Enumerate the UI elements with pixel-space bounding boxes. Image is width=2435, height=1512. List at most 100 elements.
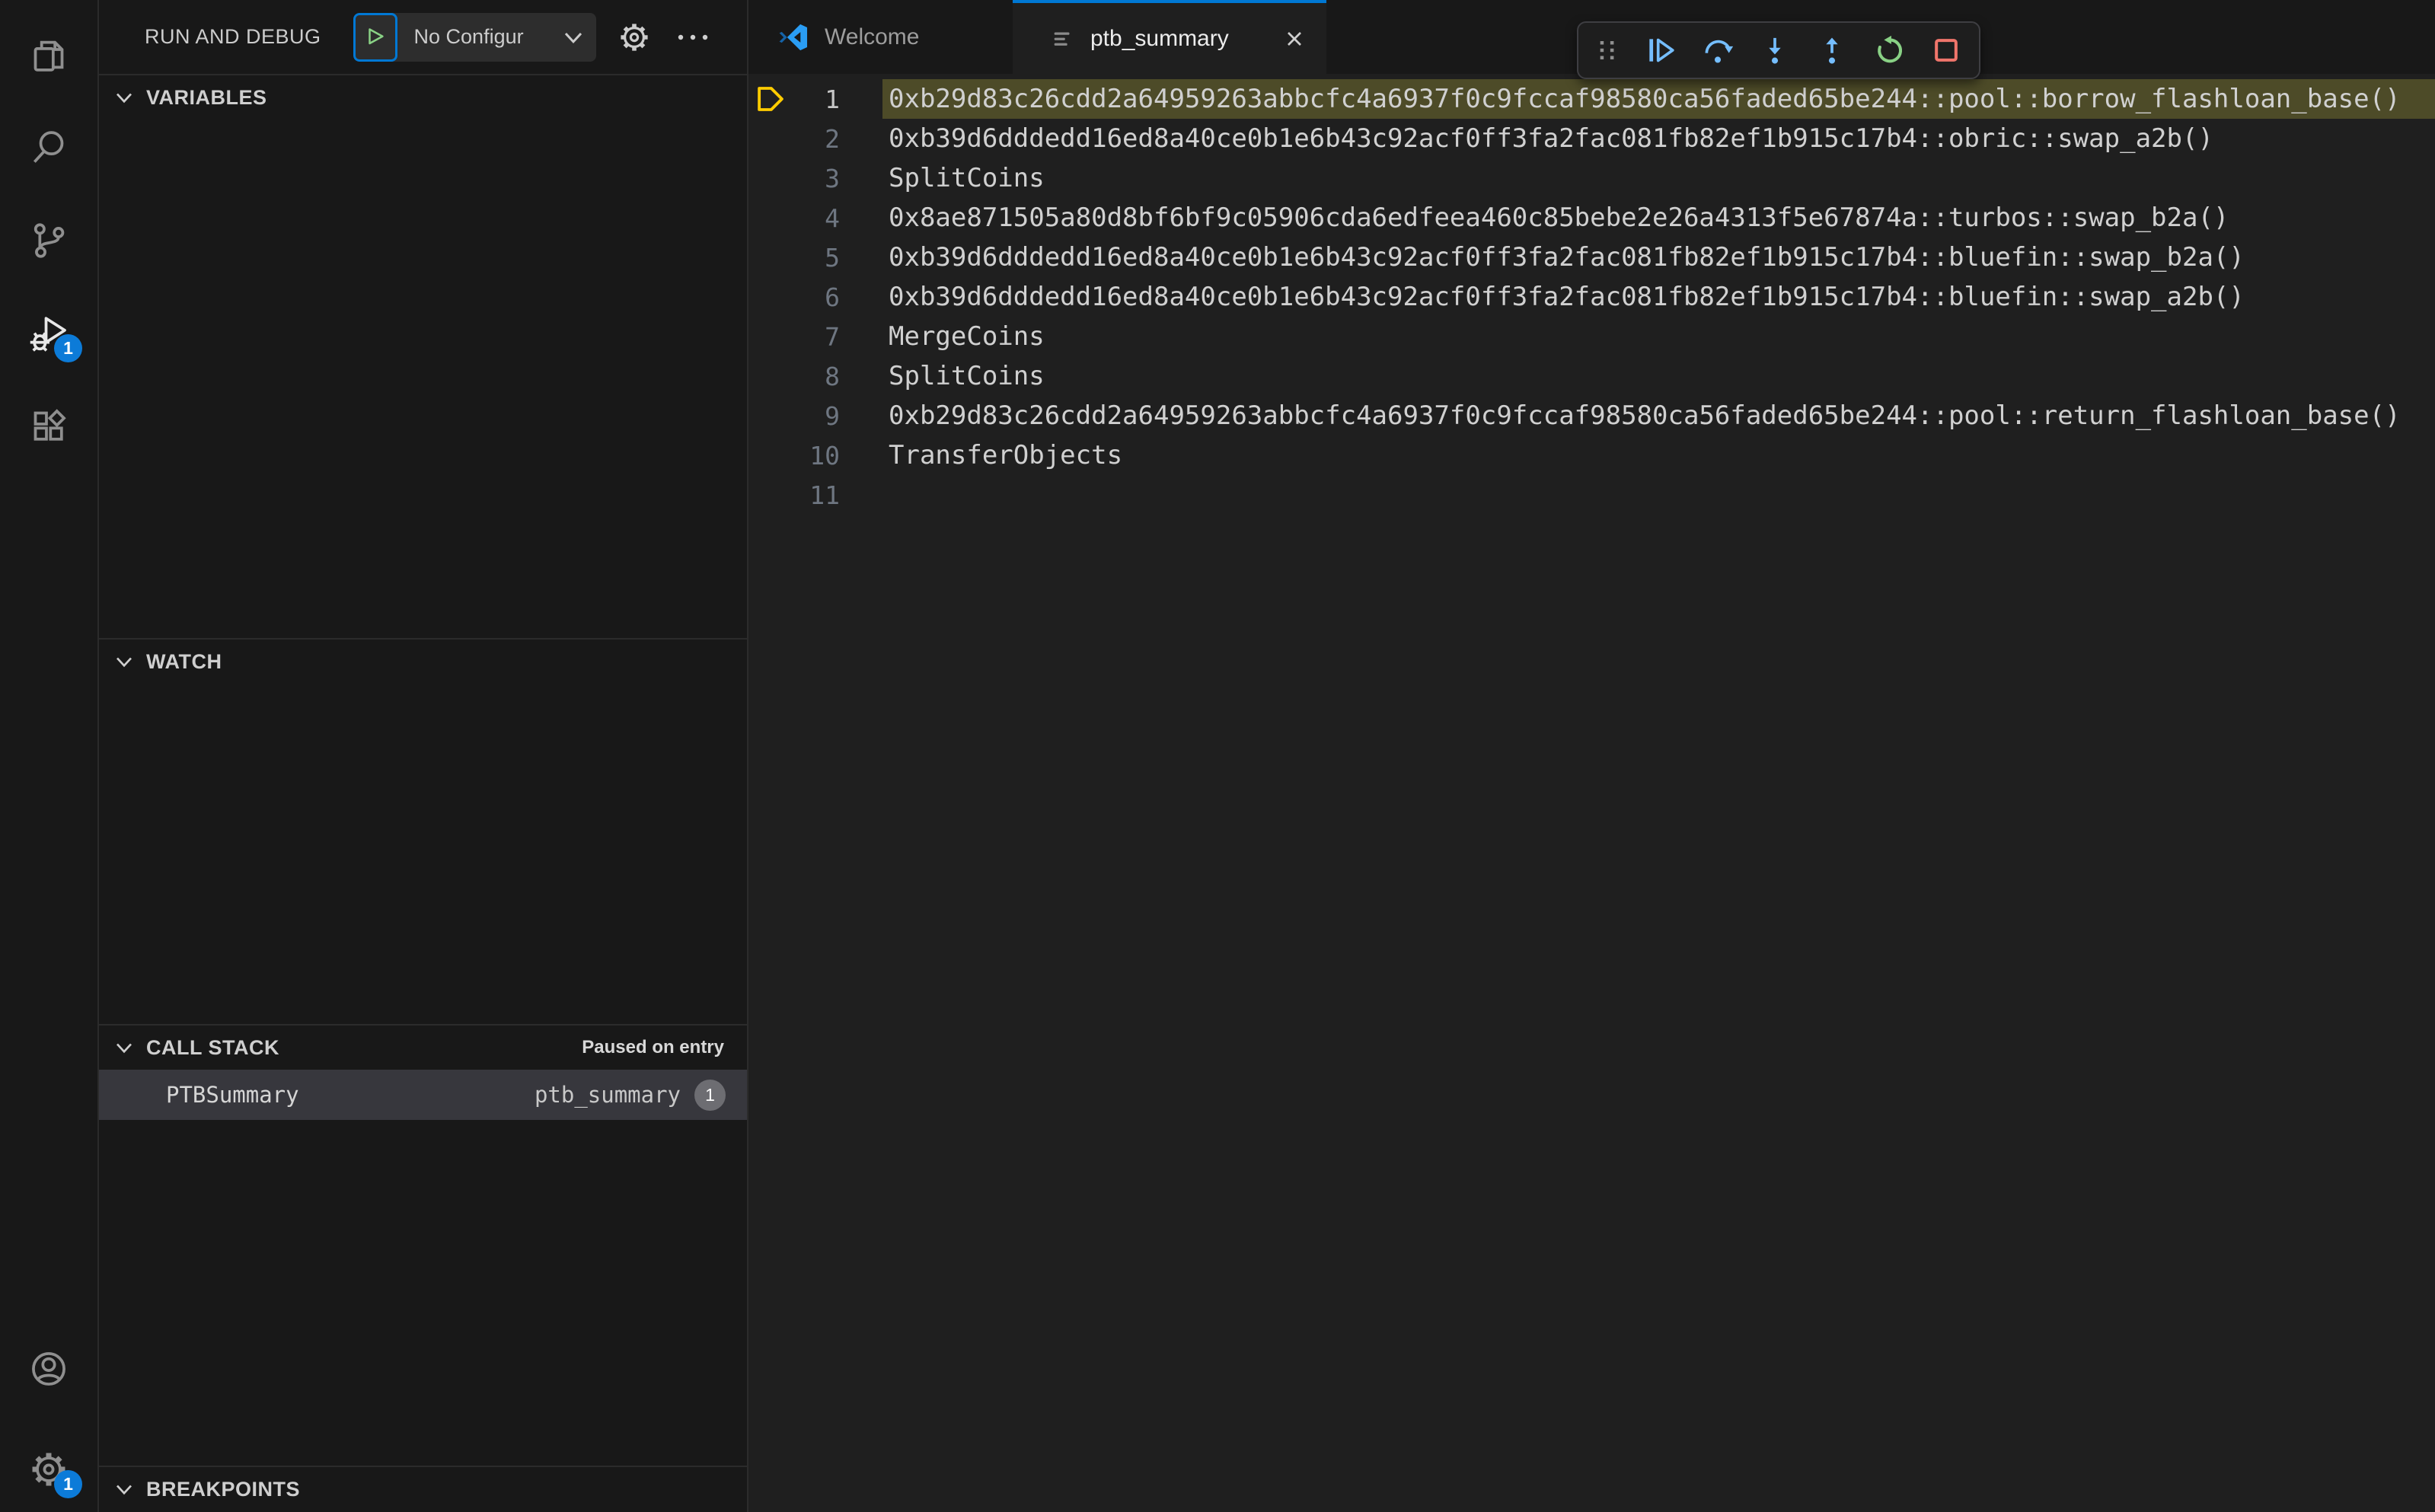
gutter[interactable] [748,400,797,432]
extensions-icon [34,409,66,441]
line-text: 0xb39d6dddedd16ed8a40ce0b1e6b43c92acf0ff… [889,282,2245,312]
source-control-icon [34,223,65,258]
line-number: 5 [825,242,840,273]
continue-button[interactable] [1643,33,1678,68]
sidebar-header: RUN AND DEBUG No Configur [99,0,747,74]
line-number: 3 [825,163,840,193]
code-line[interactable]: 7 MergeCoins [748,317,2435,356]
continue-icon [1649,38,1674,62]
gutter[interactable] [748,281,797,313]
code-line[interactable]: 3 SplitCoins [748,158,2435,198]
line-number: 10 [809,440,840,471]
code-line[interactable]: 11 [748,475,2435,515]
debug-badge: 1 [54,334,82,362]
variables-title: VARIABLES [146,85,267,109]
line-number: 8 [825,361,840,391]
frame-name: PTBSummary [166,1082,299,1108]
chevron-down-icon [564,32,582,43]
debug-toolbar [1577,21,1980,79]
tab-welcome-label: Welcome [825,24,920,49]
chevron-down-icon [116,93,132,104]
code-line[interactable]: 5 0xb39d6dddedd16ed8a40ce0b1e6b43c92acf0… [748,238,2435,277]
frame-source: ptb_summary [534,1082,681,1108]
account-icon [32,1352,65,1386]
toolbar-drag-handle[interactable] [1594,33,1621,68]
watch-title: WATCH [146,649,222,673]
step-over-button[interactable] [1700,33,1735,68]
code-line[interactable]: 4 0x8ae871505a80d8bf6bf9c05906cda6edfeea… [748,198,2435,238]
sidebar-item-extensions[interactable] [26,404,72,449]
gutter[interactable] [748,321,797,352]
line-text: SplitCoins [889,163,1045,193]
code-line[interactable]: 2 0xb39d6dddedd16ed8a40ce0b1e6b43c92acf0… [748,119,2435,158]
step-over-icon [1705,40,1734,63]
more-actions-icon[interactable] [675,30,710,45]
debug-settings-gear-icon[interactable] [616,19,653,56]
tab-ptb-summary-label: ptb_summary [1090,25,1229,51]
call-stack-frame[interactable]: PTBSummary ptb_summary 1 [99,1070,747,1120]
gutter[interactable] [748,439,797,471]
gutter[interactable] [748,360,797,392]
tab-welcome[interactable]: Welcome [748,0,1013,74]
debug-config-dropdown[interactable]: No Configur [353,12,596,62]
start-debugging-button[interactable] [353,12,397,62]
paused-status: Paused on entry [582,1037,724,1057]
step-out-button[interactable] [1814,33,1849,68]
code-line[interactable]: 8 SplitCoins [748,356,2435,396]
call-stack-title: CALL STACK [146,1035,279,1059]
sidebar-item-search[interactable] [26,125,72,171]
stop-button[interactable] [1929,33,1964,68]
gutter[interactable] [748,123,797,155]
breakpoints-section-header[interactable]: BREAKPOINTS [99,1467,747,1511]
code-editor[interactable]: 1 0xb29d83c26cdd2a64959263abbcfc4a6937f0… [748,74,2435,1512]
line-number: 1 [825,84,840,114]
line-text: 0xb29d83c26cdd2a64959263abbcfc4a6937f0c9… [882,79,2435,119]
line-number: 2 [825,123,840,154]
gutter[interactable] [748,83,797,115]
variables-section: VARIABLES [99,74,747,638]
variables-section-header[interactable]: VARIABLES [99,75,747,120]
line-text: SplitCoins [889,361,1045,391]
watch-section: WATCH [99,638,747,1024]
step-out-icon [1826,37,1838,64]
gutter[interactable] [748,202,797,234]
vscode-logo-icon [779,24,808,50]
line-text: 0xb39d6dddedd16ed8a40ce0b1e6b43c92acf0ff… [889,242,2245,273]
watch-section-header[interactable]: WATCH [99,640,747,684]
code-line[interactable]: 1 0xb29d83c26cdd2a64959263abbcfc4a6937f0… [748,79,2435,119]
settings-badge: 1 [54,1470,82,1498]
manage-settings-button[interactable]: 1 [26,1447,82,1498]
step-into-icon [1769,37,1781,64]
step-into-button[interactable] [1757,33,1792,68]
play-icon [368,27,384,44]
line-text: 0xb39d6dddedd16ed8a40ce0b1e6b43c92acf0ff… [889,123,2213,154]
activity-bar: 1 1 [0,0,99,1512]
sidebar-title: RUN AND DEBUG [145,25,321,48]
gutter[interactable] [748,479,797,511]
code-line[interactable]: 10 TransferObjects [748,435,2435,475]
gutter[interactable] [748,241,797,273]
stop-icon [1935,39,1958,62]
code-line[interactable]: 9 0xb29d83c26cdd2a64959263abbcfc4a6937f0… [748,396,2435,435]
call-stack-section-header[interactable]: CALL STACK Paused on entry [99,1026,747,1070]
line-number: 7 [825,321,840,352]
line-text: 0x8ae871505a80d8bf6bf9c05906cda6edfeea46… [889,203,2229,233]
line-number: 11 [809,480,840,510]
code-line[interactable]: 6 0xb39d6dddedd16ed8a40ce0b1e6b43c92acf0… [748,277,2435,317]
sidebar-item-explorer[interactable] [26,32,72,78]
restart-button[interactable] [1872,33,1907,68]
accounts-button[interactable] [26,1346,72,1392]
close-icon[interactable] [1282,27,1307,51]
editor-area: Welcome ptb_summary 1 0xb29d83c26cdd2a64… [748,0,2435,1512]
tab-ptb-summary[interactable]: ptb_summary [1013,0,1326,74]
search-icon [33,131,64,163]
breakpoints-section: BREAKPOINTS [99,1466,747,1512]
sidebar-item-run-and-debug[interactable]: 1 [26,311,82,362]
frame-line-badge: 1 [694,1079,726,1111]
gutter[interactable] [748,162,797,194]
line-text: TransferObjects [889,440,1123,471]
debug-stackframe-icon [758,87,783,111]
chevron-down-icon [116,657,132,668]
sidebar-item-source-control[interactable] [26,218,72,263]
list-file-icon [1054,32,1070,46]
